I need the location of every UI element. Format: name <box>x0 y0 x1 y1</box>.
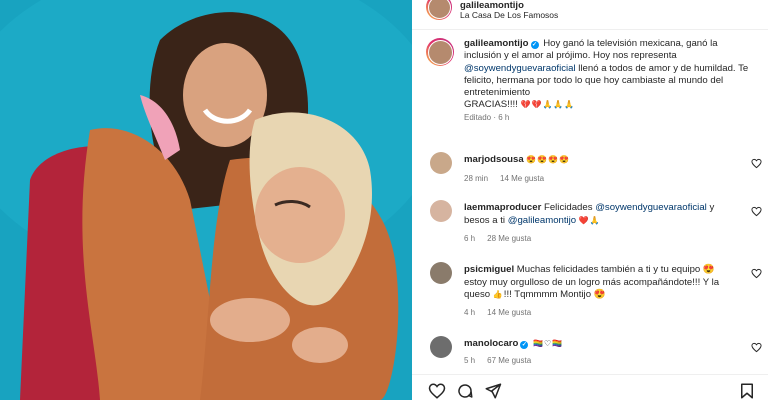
share-icon[interactable] <box>484 382 502 400</box>
comment-time[interactable]: 4 h <box>464 308 475 317</box>
caption-mention[interactable]: @soywendyguevaraoficial <box>464 63 576 74</box>
caption-text: galileamontijo ✓ Hoy ganó la televisión m… <box>464 38 749 122</box>
caption-body-3: GRACIAS!!!! <box>464 99 518 111</box>
comment-time[interactable]: 6 h <box>464 234 475 243</box>
caption-username[interactable]: galileamontijo <box>464 38 529 49</box>
verified-icon: ✓ <box>530 41 539 49</box>
commenter-avatar[interactable] <box>430 152 452 174</box>
bookmark-icon[interactable] <box>738 382 756 400</box>
comment-username[interactable]: marjodsousa <box>464 154 524 165</box>
comment-text: laemmaproducer Felicidades @soywendyguev… <box>464 202 734 227</box>
author-avatar[interactable] <box>426 0 452 20</box>
comment-body: Felicidades <box>543 202 596 213</box>
post-location[interactable]: La Casa De Los Famosos <box>460 10 558 20</box>
comment-likes[interactable]: 14 Me gusta <box>500 174 544 183</box>
comment-emojis: ❤️🙏 <box>578 215 601 225</box>
post-photo[interactable] <box>0 0 412 400</box>
comment-text: psicmiguel Muchas felicidades también a … <box>464 264 734 302</box>
comment-text: manolocaro ✓ 🏳️‍🌈♡🏳️‍🌈 <box>464 338 734 351</box>
commenter-avatar[interactable] <box>430 262 452 284</box>
commenter-avatar[interactable] <box>430 200 452 222</box>
photo-illustration <box>0 0 412 400</box>
comment-likes[interactable]: 67 Me gusta <box>487 356 531 365</box>
caption-avatar[interactable] <box>426 38 454 66</box>
comment-emojis: 😍😍😍😍 <box>526 155 571 164</box>
comment-emoji-mid: 👍 <box>492 290 504 299</box>
comment-username[interactable]: psicmiguel <box>464 264 514 275</box>
like-comment-heart-icon[interactable] <box>751 268 762 279</box>
caption-emojis: 💔💔🙏🙏🙏 <box>520 100 576 110</box>
post-header: galileamontijo La Casa De Los Famosos <box>412 0 768 30</box>
comment-time[interactable]: 28 min <box>464 174 488 183</box>
comment-emojis: 🏳️‍🌈♡🏳️‍🌈 <box>533 339 564 348</box>
comment-meta: 28 min 14 Me gusta <box>464 174 556 183</box>
verified-icon: ✓ <box>520 341 529 349</box>
comment-meta: 5 h 67 Me gusta <box>464 356 543 365</box>
comment-body-b: !!! Tqmmmm Montijo 😍 <box>503 289 606 300</box>
comment-mention[interactable]: @soywendyguevaraoficial <box>595 202 707 213</box>
like-comment-heart-icon[interactable] <box>751 342 762 353</box>
commenter-avatar[interactable] <box>430 336 452 358</box>
comment-icon[interactable] <box>456 382 474 400</box>
comment-meta: 4 h 14 Me gusta <box>464 308 543 317</box>
comment-likes[interactable]: 28 Me gusta <box>487 234 531 243</box>
like-comment-heart-icon[interactable] <box>751 206 762 217</box>
comment-mention-b[interactable]: @galileamontijo <box>508 215 576 226</box>
heart-icon[interactable] <box>428 382 446 400</box>
comment-meta: 6 h 28 Me gusta <box>464 234 543 243</box>
like-comment-heart-icon[interactable] <box>751 158 762 169</box>
caption-edited: Editado <box>464 112 492 122</box>
comment-likes[interactable]: 14 Me gusta <box>487 308 531 317</box>
comment-username[interactable]: manolocaro <box>464 338 518 349</box>
comment-username[interactable]: laemmaproducer <box>464 202 541 213</box>
comment-text: marjodsousa 😍😍😍😍 <box>464 154 734 167</box>
caption-time[interactable]: 6 h <box>498 113 509 122</box>
post-side-panel: galileamontijo La Casa De Los Famosos ga… <box>412 0 768 400</box>
post-action-bar <box>412 374 768 400</box>
comment-time[interactable]: 5 h <box>464 356 475 365</box>
